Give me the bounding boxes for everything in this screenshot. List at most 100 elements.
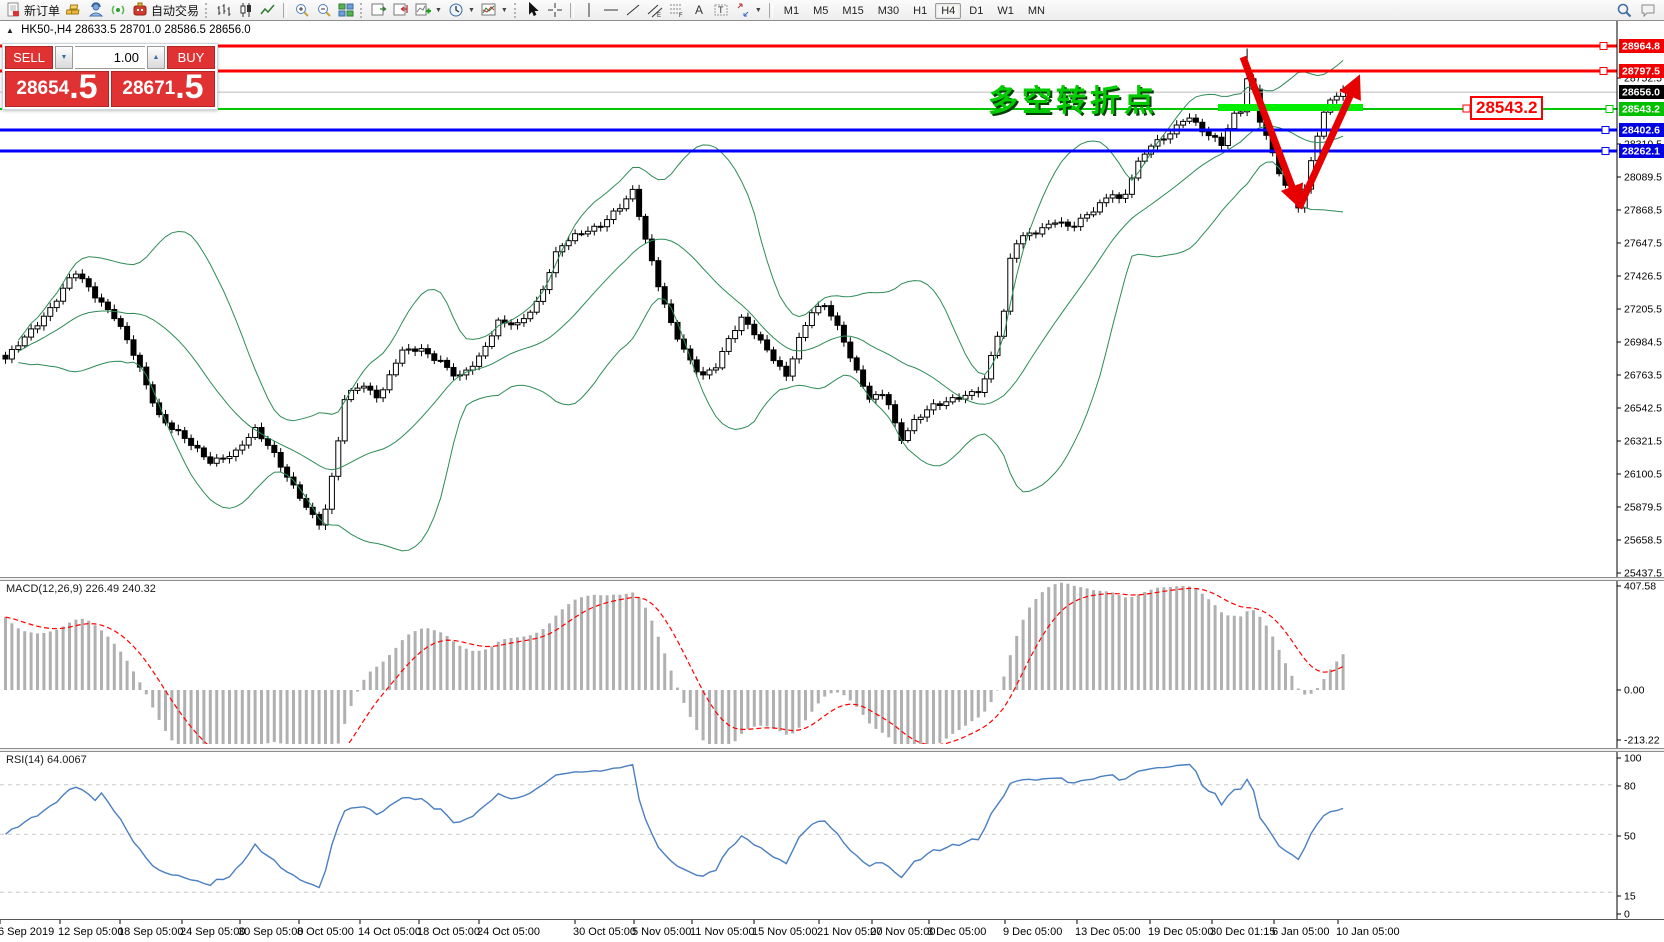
time-label: 6 Jan 05:00 [1272,926,1330,938]
dropdown-caret-icon[interactable]: ▼ [435,7,442,14]
collapse-arrow-icon[interactable]: ▲ [6,26,14,35]
svg-text:25437.5: 25437.5 [1624,568,1662,580]
tag-handle [1463,105,1470,112]
add-indicator-icon [415,2,431,18]
timeframe-M15[interactable]: M15 [836,3,869,19]
timeframe-MN[interactable]: MN [1022,3,1051,19]
crosshair-icon [547,2,563,18]
rsi-line [6,765,1344,888]
chat-icon[interactable] [1640,2,1656,18]
text-label-tool[interactable]: T [710,1,732,19]
bar-chart-button[interactable] [213,1,235,19]
zoom-out-icon [316,2,332,18]
text-tool[interactable]: A [688,1,710,19]
volume-input[interactable] [75,46,145,69]
autoscroll-icon [393,2,409,18]
signals-button[interactable] [107,1,129,19]
sell-price-main: 28654 [16,74,69,104]
line-chart-button[interactable] [257,1,279,19]
sell-button[interactable]: SELL [5,46,53,69]
time-label: 30 Sep 05:00 [238,926,303,938]
market-watch-button[interactable] [63,1,85,19]
zoom-in-button[interactable] [291,1,313,19]
price-level-tag[interactable]: 28543.2 [1470,96,1543,120]
search-icon[interactable] [1616,2,1632,18]
volume-increase-button[interactable]: ▲ [147,46,165,69]
hline-objects[interactable] [0,43,1617,155]
templates-button[interactable]: ▼ [478,1,511,19]
fibonacci-icon: F [669,2,685,18]
autotrade-button[interactable]: 自动交易 [129,1,202,20]
svg-text:100: 100 [1624,753,1642,765]
svg-text:F: F [679,13,683,18]
crosshair-tool[interactable] [544,1,566,19]
channel-tool[interactable]: E [644,1,666,19]
dropdown-caret-icon[interactable]: ▼ [755,7,762,14]
signal-icon [110,2,126,18]
cursor-tool[interactable] [522,1,544,19]
new-order-button[interactable]: 新订单 [2,1,63,20]
time-label: 15 Nov 05:00 [752,926,817,938]
hline-tool[interactable] [600,1,622,19]
vertical-line-icon [581,2,597,18]
svg-text:T: T [718,5,724,15]
toolbar-separator [570,3,574,18]
volume-decrease-button[interactable]: ▼ [55,46,73,69]
line-handle [1600,43,1607,50]
svg-text:28402.6: 28402.6 [1622,125,1660,137]
buy-button[interactable]: BUY [167,46,215,69]
svg-text:80: 80 [1624,781,1636,793]
zoom-out-button[interactable] [313,1,335,19]
line-handle [1606,106,1613,113]
time-label: 14 Oct 05:00 [358,926,421,938]
vline-tool[interactable] [578,1,600,19]
horizontal-line-icon [603,2,619,18]
one-click-trading-panel: SELL ▼ ▲ BUY 28654.5 28671.5 [2,43,218,110]
timeframe-H1[interactable]: H1 [907,3,933,19]
toolbar-grip [360,3,365,18]
macd-signal-line [6,588,1344,761]
fibonacci-tool[interactable]: F [666,1,688,19]
time-label: 18 Oct 05:00 [417,926,480,938]
turning-point-annotation[interactable]: 多空转折点 [988,76,1158,120]
ohlc-bars-icon [216,2,232,18]
arrows-tool[interactable]: ▼ [732,1,765,19]
svg-text:28656.0: 28656.0 [1622,87,1660,99]
line-chart-icon [260,2,276,18]
time-label: 6 Sep 2019 [0,926,54,938]
chart-canvas[interactable]: 28752.528310.528089.527868.527647.527426… [0,0,1664,942]
new-order-icon [5,2,21,18]
time-label: 11 Nov 05:00 [690,926,755,938]
trendline-tool[interactable] [622,1,644,19]
indicators-button[interactable]: ▼ [412,1,445,19]
timeframe-M5[interactable]: M5 [807,3,834,19]
dropdown-caret-icon[interactable]: ▼ [501,7,508,14]
autotrade-icon [132,2,148,18]
dropdown-caret-icon[interactable]: ▼ [468,7,475,14]
chart-shift-button[interactable] [368,1,390,19]
buy-price[interactable]: 28671.5 [111,71,215,107]
timeframe-M30[interactable]: M30 [872,3,905,19]
svg-text:26100.5: 26100.5 [1624,469,1662,481]
timeframe-H4[interactable]: H4 [935,3,961,19]
svg-text:28262.1: 28262.1 [1622,146,1660,158]
time-label: 19 Dec 05:00 [1148,926,1213,938]
sell-price[interactable]: 28654.5 [5,71,109,107]
candles-icon [238,2,254,18]
timeframe-W1[interactable]: W1 [991,3,1020,19]
candle-chart-button[interactable] [235,1,257,19]
support-button[interactable] [85,1,107,19]
cursor-icon [525,2,541,18]
clock-icon [448,2,464,18]
tile-windows-icon [338,2,354,18]
timeframe-M1[interactable]: M1 [778,3,805,19]
periods-button[interactable]: ▼ [445,1,478,19]
trendline-icon [625,2,641,18]
rsi-pane [0,765,1617,893]
zoom-in-icon [294,2,310,18]
svg-text:26763.5: 26763.5 [1624,370,1662,382]
chart-autoscroll-button[interactable] [390,1,412,19]
tile-windows-button[interactable] [335,1,357,19]
timeframe-D1[interactable]: D1 [963,3,989,19]
time-label: 9 Dec 05:00 [1003,926,1062,938]
